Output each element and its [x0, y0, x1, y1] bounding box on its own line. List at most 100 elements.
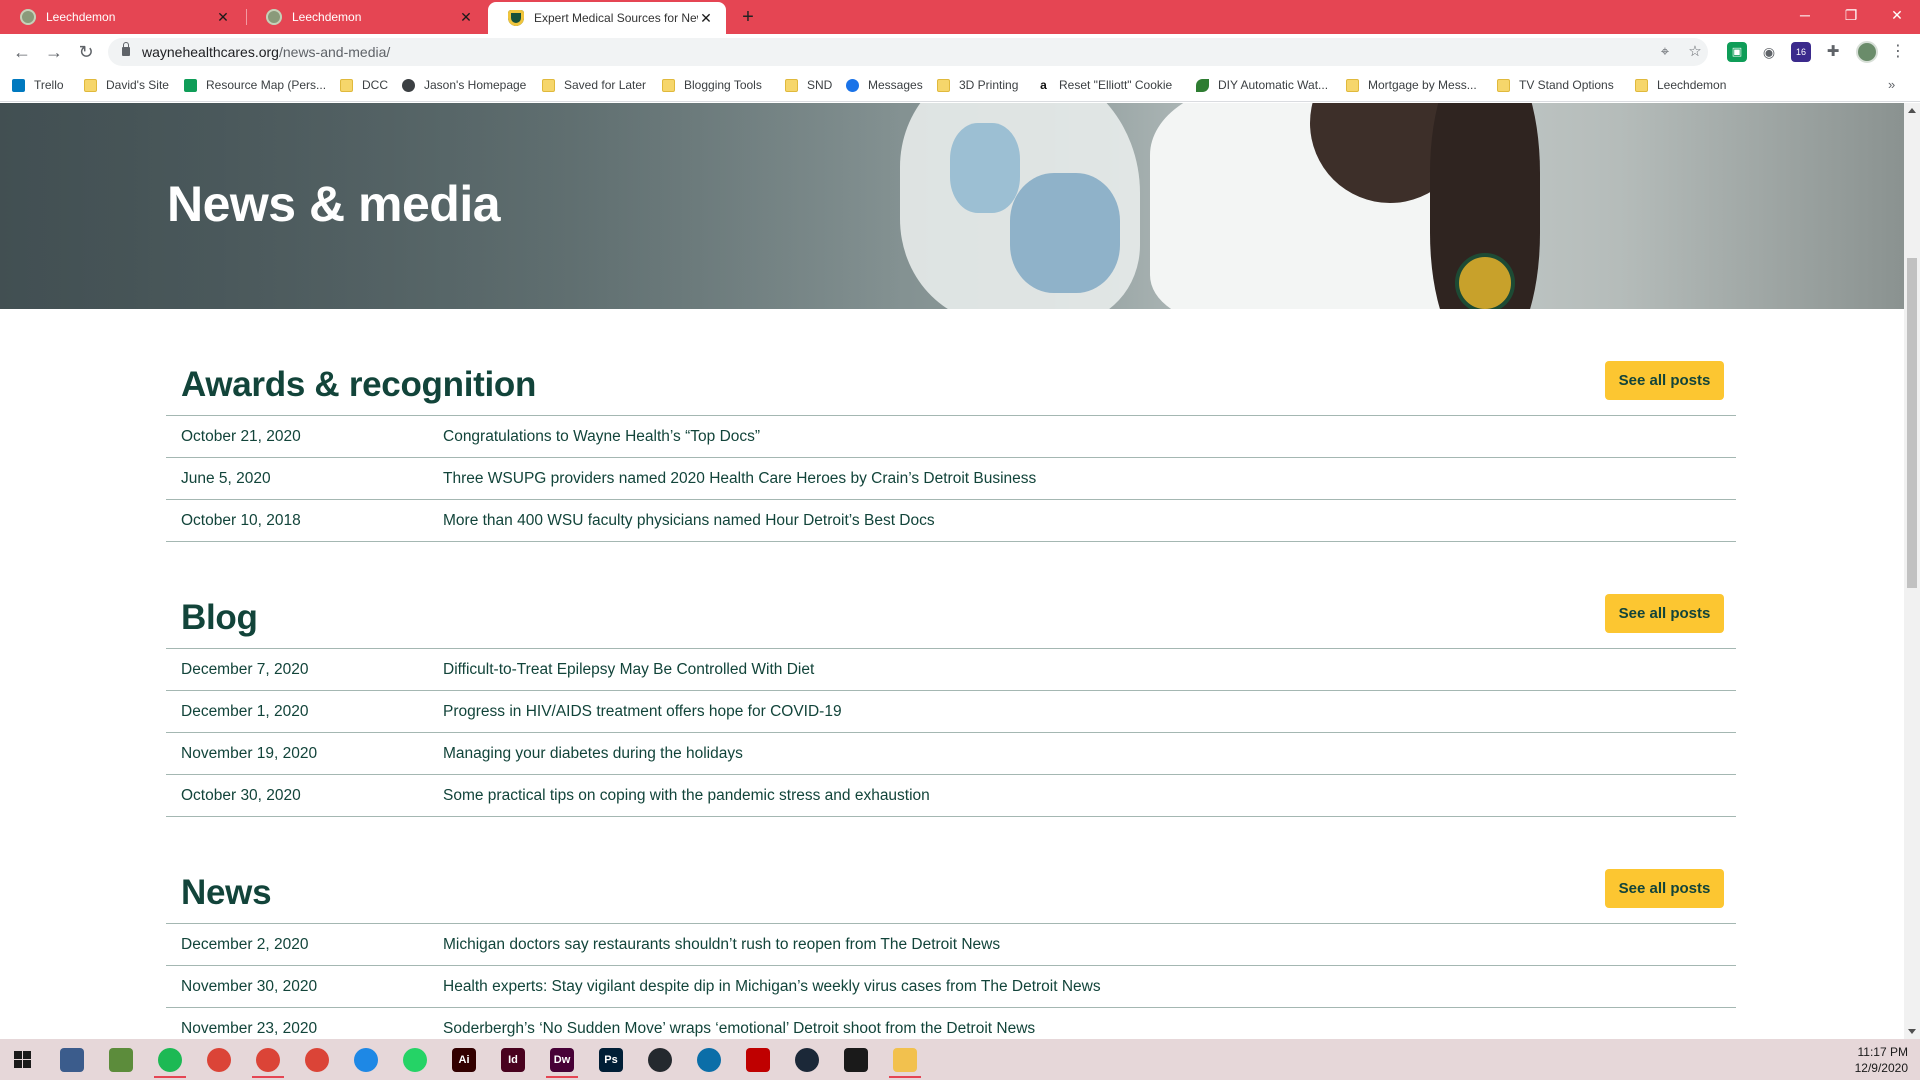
taskbar-app-acrobat[interactable] — [834, 1041, 878, 1078]
taskbar-app-whatsapp[interactable] — [393, 1041, 437, 1078]
tab-leechdemon-2[interactable]: Leechdemon ✕ — [246, 0, 486, 34]
section-header: Blog See all posts — [166, 560, 1736, 648]
url-text[interactable]: waynehealthcares.org/news-and-media/ — [142, 44, 390, 60]
taskbar-app-file-explorer[interactable] — [883, 1041, 927, 1078]
taskbar-app-browser-blue[interactable] — [344, 1041, 388, 1078]
minimize-icon[interactable]: ─ — [1782, 0, 1828, 30]
bookmark-star-icon[interactable]: ☆ — [1686, 43, 1704, 61]
restore-icon[interactable]: ❐ — [1828, 0, 1874, 30]
taskbar-app-indesign[interactable]: Id — [491, 1041, 535, 1078]
post-title-link[interactable]: More than 400 WSU faculty physicians nam… — [443, 512, 935, 530]
taskbar-app-chrome-alt[interactable] — [295, 1041, 339, 1078]
post-row: October 21, 2020 Congratulations to Wayne… — [166, 416, 1736, 458]
chrome-profile-icon — [256, 1047, 280, 1072]
bookmark-item[interactable]: 3D Printing — [937, 78, 1018, 92]
bookmark-item[interactable]: DIY Automatic Wat... — [1196, 78, 1328, 92]
bookmark-item[interactable]: DCC — [340, 78, 388, 92]
taskbar-app-photoshop[interactable]: Ps — [589, 1041, 633, 1078]
chrome-icon — [207, 1047, 231, 1072]
post-title-link[interactable]: Managing your diabetes during the holida… — [443, 745, 743, 763]
page-scrollbar[interactable] — [1904, 103, 1920, 1039]
address-bar[interactable]: waynehealthcares.org/news-and-media/ ⌖ ☆ — [108, 38, 1708, 66]
taskbar-app-calculator[interactable] — [50, 1041, 94, 1078]
page-title: News & media — [167, 176, 501, 232]
start-button[interactable] — [0, 1041, 44, 1078]
post-title-link[interactable]: Congratulations to Wayne Health’s “Top D… — [443, 428, 760, 446]
scroll-down-arrow-icon[interactable] — [1908, 1029, 1916, 1034]
back-arrow-icon[interactable]: ← — [9, 39, 35, 65]
forward-arrow-icon[interactable]: → — [41, 39, 67, 65]
bookmark-label: DCC — [362, 78, 388, 92]
paint-icon — [109, 1047, 133, 1072]
post-title-link[interactable]: Soderbergh’s ‘No Sudden Move’ wraps ‘emo… — [443, 1020, 1035, 1038]
see-all-posts-button[interactable]: See all posts — [1605, 594, 1724, 633]
taskbar-app-chrome-profile[interactable] — [246, 1041, 290, 1078]
photoshop-icon: Ps — [599, 1047, 623, 1072]
new-tab-plus-icon[interactable]: + — [736, 4, 760, 30]
browser-toolbar: ← → ↻ waynehealthcares.org/news-and-medi… — [0, 34, 1920, 70]
bookmark-item[interactable]: Saved for Later — [542, 78, 646, 92]
extension-green-icon[interactable]: ▣ — [1727, 42, 1747, 62]
clock-time: 11:17 PM — [1857, 1045, 1908, 1059]
reload-icon[interactable]: ↻ — [73, 39, 99, 65]
bookmark-item[interactable]: Mortgage by Mess... — [1346, 78, 1477, 92]
extension-badge-icon[interactable]: 16 — [1791, 42, 1811, 62]
bookmark-item[interactable]: Trello — [12, 78, 64, 92]
close-tab-icon[interactable]: ✕ — [698, 10, 714, 27]
news-section: News See all posts December 2, 2020 Michiga… — [166, 835, 1736, 1039]
bookmark-item[interactable]: SND — [785, 78, 832, 92]
glove-shape — [1010, 173, 1120, 293]
close-window-icon[interactable]: ✕ — [1874, 0, 1920, 30]
post-row: December 2, 2020 Michigan doctors say res… — [166, 924, 1736, 966]
menu-kebab-icon[interactable]: ⋮ — [1885, 39, 1911, 65]
post-row: June 5, 2020 Three WSUPG providers named … — [166, 458, 1736, 500]
taskbar-app-app-blue[interactable] — [687, 1041, 731, 1078]
taskbar-app-filezilla[interactable] — [736, 1041, 780, 1078]
close-tab-icon[interactable]: ✕ — [215, 9, 231, 26]
taskbar-app-spotify[interactable] — [148, 1041, 192, 1078]
post-list: October 21, 2020 Congratulations to Wayne… — [166, 415, 1736, 542]
camera-extension-icon[interactable]: ◉ — [1759, 42, 1779, 62]
messages-icon — [846, 78, 859, 92]
bookmark-item[interactable]: Leechdemon — [1635, 78, 1726, 92]
tab-leechdemon-1[interactable]: Leechdemon ✕ — [0, 0, 243, 34]
close-tab-icon[interactable]: ✕ — [458, 9, 474, 26]
lock-icon[interactable] — [122, 42, 130, 56]
post-title-link[interactable]: Some practical tips on coping with the p… — [443, 787, 930, 805]
system-clock[interactable]: 11:17 PM 12/9/2020 — [1855, 1044, 1908, 1076]
post-title-link[interactable]: Health experts: Stay vigilant despite di… — [443, 978, 1101, 996]
post-row: December 7, 2020 Difficult-to-Treat Epile… — [166, 649, 1736, 691]
taskbar-app-illustrator[interactable]: Ai — [442, 1041, 486, 1078]
bookmarks-bar: Trello David's Site Resource Map (Pers... D… — [0, 70, 1920, 102]
bookmark-label: David's Site — [106, 78, 169, 92]
bookmark-item[interactable]: a Reset "Elliott" Cookie — [1037, 78, 1172, 92]
see-all-posts-button[interactable]: See all posts — [1605, 361, 1724, 400]
wayne-health-favicon-icon — [508, 10, 524, 26]
more-bookmarks-chevron-icon[interactable]: » — [1888, 77, 1895, 92]
post-title-link[interactable]: Three WSUPG providers named 2020 Health … — [443, 470, 1036, 488]
bookmark-item[interactable]: Resource Map (Pers... — [184, 78, 326, 92]
scroll-up-arrow-icon[interactable] — [1908, 108, 1916, 113]
taskbar-app-github[interactable] — [638, 1041, 682, 1078]
post-title-link[interactable]: Michigan doctors say restaurants shouldn… — [443, 936, 1000, 954]
post-title-link[interactable]: Difficult-to-Treat Epilepsy May Be Contr… — [443, 661, 814, 679]
taskbar-app-dreamweaver[interactable]: Dw — [540, 1041, 584, 1078]
post-date: November 19, 2020 — [181, 745, 318, 762]
taskbar-app-paint[interactable] — [99, 1041, 143, 1078]
bookmark-item[interactable]: Jason's Homepage — [402, 78, 526, 92]
profile-avatar[interactable] — [1856, 41, 1878, 63]
tab-expert-medical-sources[interactable]: Expert Medical Sources for News ✕ — [488, 2, 726, 34]
scrollbar-thumb[interactable] — [1907, 258, 1917, 588]
post-date: November 23, 2020 — [181, 1020, 318, 1037]
bookmark-item[interactable]: Messages — [846, 78, 923, 92]
extensions-puzzle-icon[interactable]: ✚ — [1823, 42, 1843, 62]
bookmark-item[interactable]: Blogging Tools — [662, 78, 762, 92]
see-all-posts-button[interactable]: See all posts — [1605, 869, 1724, 908]
post-title-link[interactable]: Progress in HIV/AIDS treatment offers ho… — [443, 703, 842, 721]
taskbar-app-chrome[interactable] — [197, 1041, 241, 1078]
location-pin-icon[interactable]: ⌖ — [1656, 43, 1674, 61]
post-list: December 7, 2020 Difficult-to-Treat Epile… — [166, 648, 1736, 817]
bookmark-item[interactable]: David's Site — [84, 78, 169, 92]
taskbar-app-steam[interactable] — [785, 1041, 829, 1078]
bookmark-item[interactable]: TV Stand Options — [1497, 78, 1614, 92]
